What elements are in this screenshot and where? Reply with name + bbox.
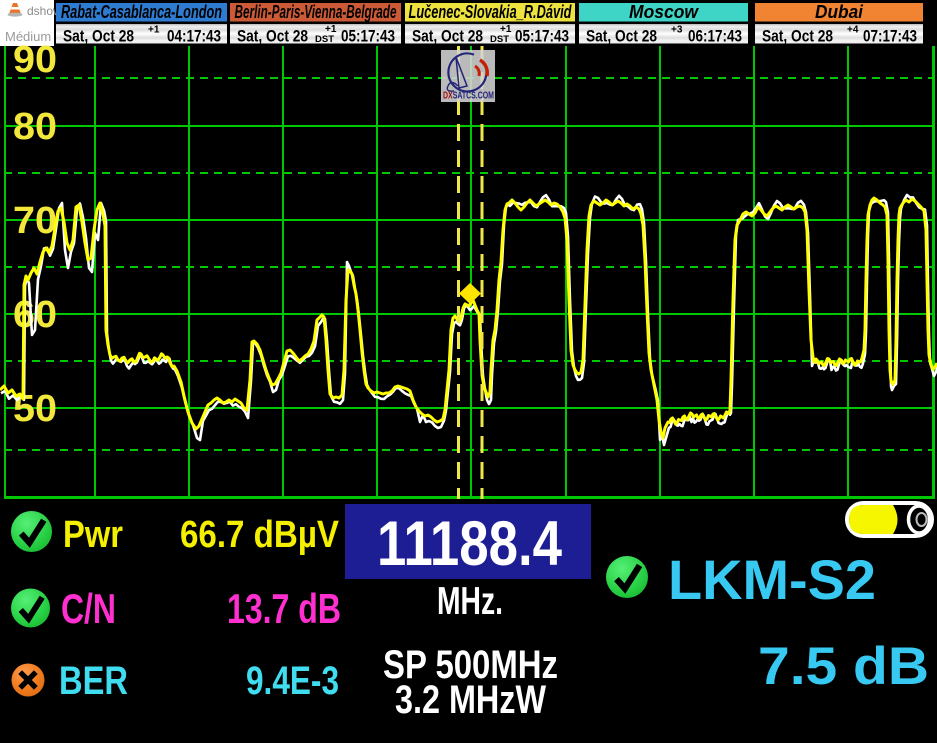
svg-text:+4: +4 <box>847 25 859 36</box>
svg-text:Sat, Oct 28: Sat, Oct 28 <box>586 27 657 46</box>
svg-text:90: 90 <box>13 39 57 81</box>
svg-text:80: 80 <box>13 106 57 148</box>
svg-text:70: 70 <box>13 200 57 242</box>
svg-text:Sat, Oct 28: Sat, Oct 28 <box>412 27 483 46</box>
svg-text:04:17:43: 04:17:43 <box>167 27 221 46</box>
svg-text:+1: +1 <box>148 25 160 36</box>
svg-text:13.7 dB: 13.7 dB <box>227 585 341 632</box>
svg-text:Rabat-Casablanca-London: Rabat-Casablanca-London <box>61 2 222 22</box>
svg-text:Moscow: Moscow <box>629 2 699 22</box>
svg-text:66.7 dBµV: 66.7 dBµV <box>180 514 340 556</box>
svg-text:BER: BER <box>59 659 128 703</box>
svg-text:05:17:43: 05:17:43 <box>515 27 569 46</box>
svg-text:7.5 dB: 7.5 dB <box>758 637 929 696</box>
svg-text:3.2 MHzW: 3.2 MHzW <box>395 678 546 722</box>
svg-text:Sat, Oct 28: Sat, Oct 28 <box>762 27 833 46</box>
svg-text:11188.4: 11188.4 <box>377 509 562 579</box>
svg-text:MHz.: MHz. <box>437 580 503 623</box>
svg-text:Sat, Oct 28: Sat, Oct 28 <box>237 27 308 46</box>
svg-text:Sat, Oct 28: Sat, Oct 28 <box>63 27 134 46</box>
svg-text:DST: DST <box>490 34 509 45</box>
svg-text:C/N: C/N <box>61 585 116 632</box>
svg-text:05:17:43: 05:17:43 <box>341 27 395 46</box>
svg-text:Lučenec-Slovakia_R.Dávid: Lučenec-Slovakia_R.Dávid <box>409 2 573 22</box>
svg-text:06:17:43: 06:17:43 <box>688 27 742 46</box>
svg-text:Berlin-Paris-Vienna-Belgrade: Berlin-Paris-Vienna-Belgrade <box>235 2 397 22</box>
svg-text:DST: DST <box>315 34 334 45</box>
svg-text:Dubai: Dubai <box>815 2 864 22</box>
svg-text:+3: +3 <box>671 25 683 36</box>
svg-text:9.4E-3: 9.4E-3 <box>246 659 339 703</box>
svg-text:LKM-S2: LKM-S2 <box>668 548 876 611</box>
svg-text:DXSATCS.COM: DXSATCS.COM <box>443 90 494 102</box>
svg-text:Pwr: Pwr <box>63 514 123 556</box>
svg-text:07:17:43: 07:17:43 <box>863 27 917 46</box>
